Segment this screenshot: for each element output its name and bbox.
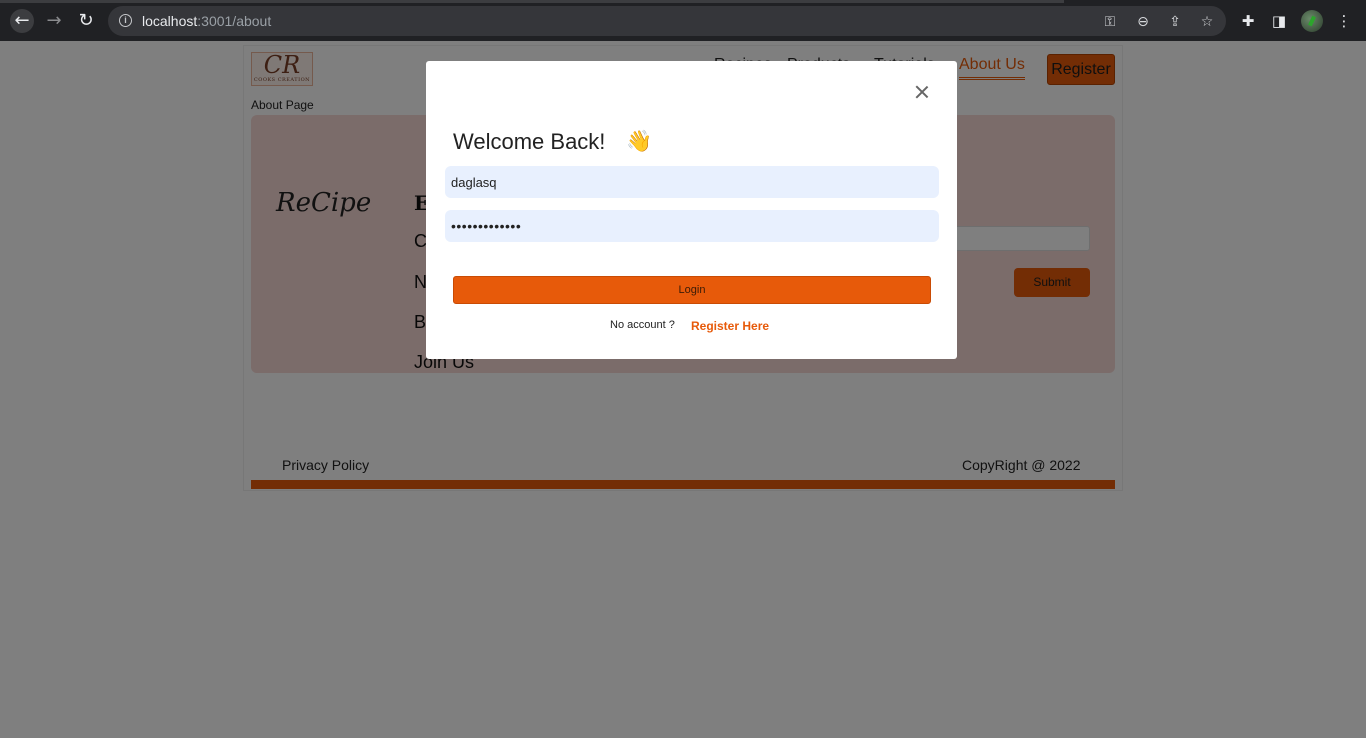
login-button[interactable]: Login bbox=[453, 276, 931, 304]
side-panel-icon[interactable]: ◨ bbox=[1270, 12, 1288, 30]
modal-title: Welcome Back! bbox=[453, 129, 606, 154]
register-here-link[interactable]: Register Here bbox=[691, 319, 769, 333]
tab-strip bbox=[0, 0, 1064, 3]
extensions-icon[interactable]: ✚ bbox=[1239, 12, 1257, 30]
forward-arrow-icon[interactable]: → bbox=[43, 10, 65, 32]
reload-icon[interactable]: ↻ bbox=[75, 10, 97, 32]
info-icon[interactable]: i bbox=[119, 14, 132, 27]
url-path: :3001/about bbox=[197, 13, 272, 29]
back-arrow-icon[interactable]: ← bbox=[10, 9, 34, 33]
browser-toolbar: ← → ↻ i localhost:3001/about ⚿ ⊖ ⇪ ☆ ✚ ◨… bbox=[0, 0, 1366, 41]
key-icon[interactable]: ⚿ bbox=[1102, 14, 1118, 30]
username-input[interactable] bbox=[445, 166, 939, 198]
waving-hand-icon: 👋 bbox=[626, 129, 653, 153]
profile-avatar[interactable] bbox=[1301, 10, 1323, 32]
star-icon[interactable]: ☆ bbox=[1199, 14, 1215, 30]
password-input[interactable] bbox=[445, 210, 939, 242]
close-icon[interactable] bbox=[913, 83, 931, 101]
no-account-text: No account ? bbox=[610, 319, 675, 331]
address-bar[interactable]: i localhost:3001/about ⚿ ⊖ ⇪ ☆ bbox=[108, 6, 1226, 36]
menu-dots-icon[interactable]: ⋮ bbox=[1335, 12, 1353, 30]
url-text[interactable]: localhost:3001/about bbox=[142, 13, 271, 29]
login-modal: Welcome Back! 👋 Login No account ? Regis… bbox=[426, 61, 957, 359]
url-host: localhost bbox=[142, 13, 198, 29]
share-icon[interactable]: ⇪ bbox=[1167, 14, 1183, 30]
zoom-out-icon[interactable]: ⊖ bbox=[1135, 14, 1151, 30]
